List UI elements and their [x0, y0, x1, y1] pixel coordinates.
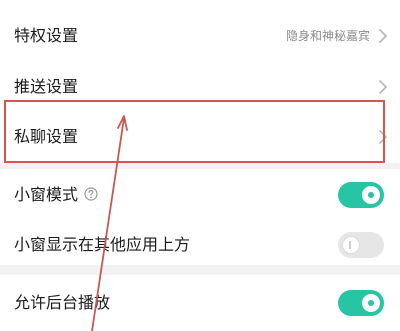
background-play-label: 允许后台播放 — [14, 293, 111, 312]
small-window-overlay-toggle[interactable] — [338, 232, 384, 258]
background-play-row: 允许后台播放 — [0, 277, 400, 329]
toggle-knob — [342, 236, 360, 254]
privilege-settings-value: 隐身和神秘嘉宾 — [285, 29, 370, 43]
push-settings-row[interactable]: 推送设置 — [0, 61, 400, 113]
chevron-right-icon — [378, 129, 388, 145]
toggle-knob — [362, 294, 380, 312]
push-settings-label: 推送设置 — [14, 77, 79, 96]
settings-group-playback: 允许后台播放 — [0, 275, 400, 331]
privilege-settings-row[interactable]: 特权设置 隐身和神秘嘉宾 — [0, 10, 400, 62]
settings-group-window: 小窗模式 小窗显示在其他应用上方 — [0, 169, 400, 265]
small-window-mode-row: 小窗模式 — [0, 169, 400, 221]
small-window-mode-label: 小窗模式 — [14, 185, 98, 205]
small-window-mode-toggle[interactable] — [338, 182, 384, 208]
small-window-overlay-label: 小窗显示在其他应用上方 — [14, 235, 191, 254]
help-circle-icon[interactable] — [84, 187, 98, 201]
chevron-right-icon — [378, 79, 388, 95]
toggle-knob — [362, 186, 380, 204]
privilege-settings-label: 特权设置 — [14, 26, 79, 45]
private-chat-settings-label: 私聊设置 — [14, 127, 79, 146]
chevron-right-icon — [378, 28, 388, 44]
private-chat-settings-row[interactable]: 私聊设置 — [0, 111, 400, 163]
small-window-overlay-row: 小窗显示在其他应用上方 — [0, 219, 400, 271]
background-play-toggle[interactable] — [338, 290, 384, 316]
settings-group-main: 特权设置 隐身和神秘嘉宾 推送设置 私聊设置 — [0, 0, 400, 163]
